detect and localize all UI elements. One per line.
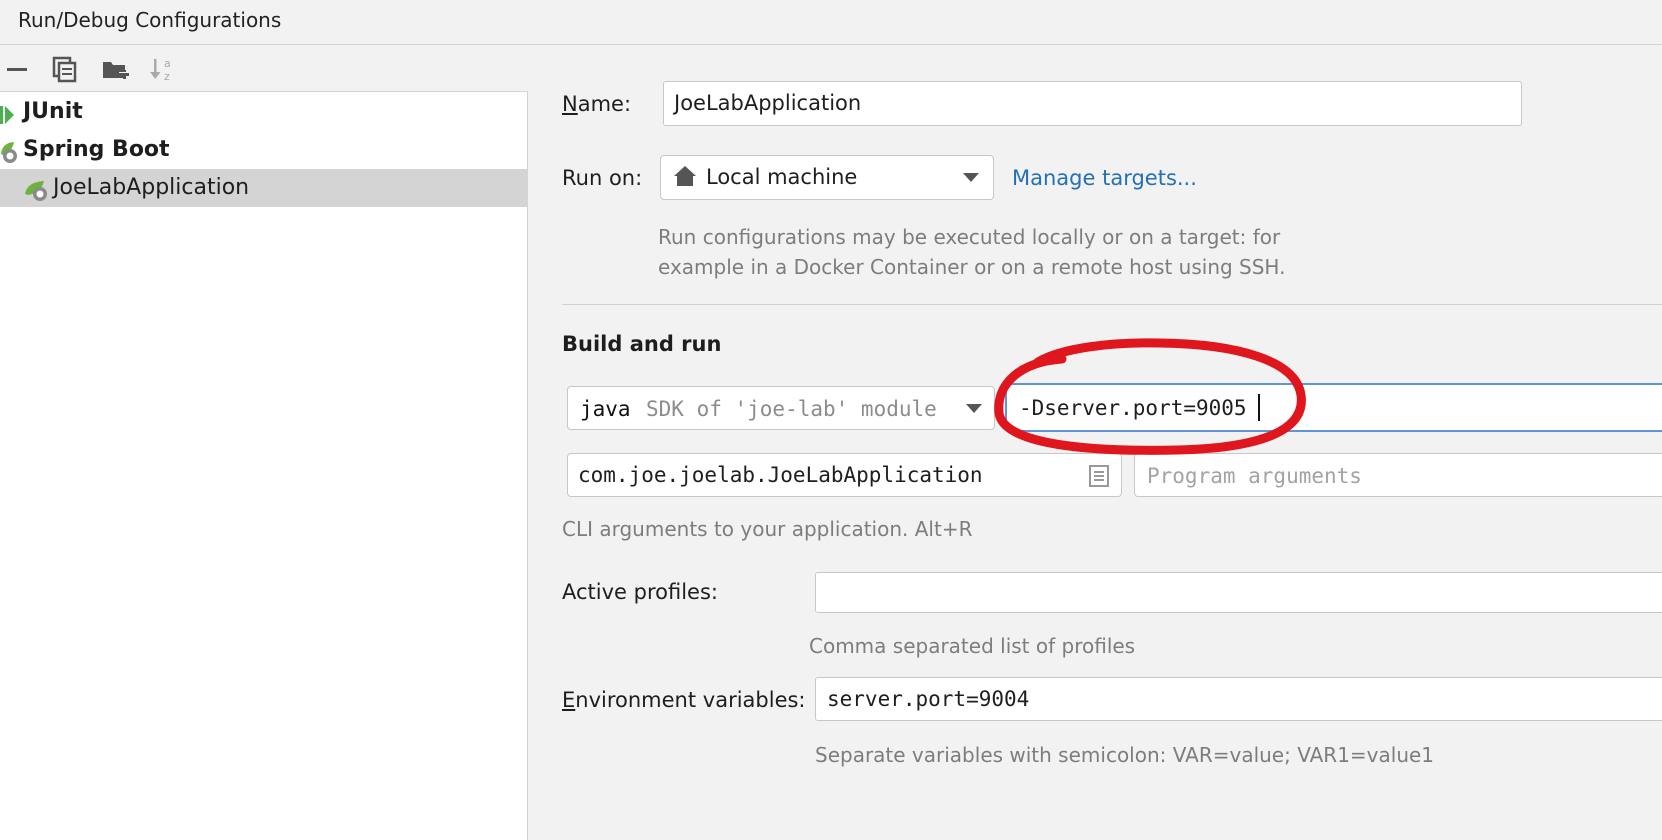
vm-options-value: -Dserver.port=9005: [1019, 396, 1247, 420]
tree-item-label: JUnit: [23, 99, 83, 124]
configuration-form: Name: JoeLabApplication Run on: Local ma…: [529, 46, 1662, 840]
environment-variables-hint: Separate variables with semicolon: VAR=v…: [815, 743, 1435, 767]
window-title: Run/Debug Configurations: [18, 8, 282, 32]
manage-targets-link[interactable]: Manage targets...: [1012, 166, 1197, 190]
run-on-value: Local machine: [706, 165, 858, 189]
tree-item-label: JoeLabApplication: [53, 175, 250, 200]
chevron-down-icon: [966, 404, 982, 413]
text-cursor: [1258, 394, 1260, 421]
name-field[interactable]: JoeLabApplication: [663, 81, 1522, 126]
environment-variables-value: server.port=9004: [827, 687, 1030, 711]
jdk-name: java: [580, 397, 631, 421]
active-profiles-label: Active profiles:: [562, 580, 718, 604]
tree-item-junit[interactable]: JUnit: [0, 93, 528, 131]
title-bar: Run/Debug Configurations: [0, 0, 1662, 45]
remove-icon[interactable]: [2, 54, 32, 84]
tree-item-label: Spring Boot: [23, 137, 170, 162]
main-class-value: com.joe.joelab.JoeLabApplication: [578, 463, 983, 487]
tree-toolbar: a z: [0, 46, 528, 92]
jdk-dropdown[interactable]: java SDK of 'joe-lab' module: [567, 386, 995, 430]
run-on-label: Run on:: [562, 166, 643, 190]
run-on-hint-line1: Run configurations may be executed local…: [658, 225, 1281, 249]
cli-hint: CLI arguments to your application. Alt+R: [562, 517, 973, 541]
vm-options-field[interactable]: -Dserver.port=9005: [1005, 383, 1662, 432]
spring-boot-app-icon: [24, 177, 52, 215]
divider: [562, 304, 1662, 305]
configurations-tree-panel: a z JUnit Spring Boot JoeLabApplication: [0, 46, 528, 840]
browse-class-icon[interactable]: [1088, 464, 1110, 493]
tree-item-joelabapplication[interactable]: JoeLabApplication: [0, 169, 528, 207]
home-icon: [673, 165, 697, 192]
svg-text:a: a: [164, 57, 171, 70]
environment-variables-field[interactable]: server.port=9004: [815, 677, 1662, 721]
jdk-description: SDK of 'joe-lab' module: [646, 397, 937, 421]
name-label: Name:: [562, 92, 632, 116]
copy-icon[interactable]: [50, 54, 80, 84]
main-class-field[interactable]: com.joe.joelab.JoeLabApplication: [567, 453, 1122, 497]
program-arguments-placeholder: Program arguments: [1147, 464, 1362, 488]
new-folder-icon[interactable]: [100, 54, 130, 84]
build-and-run-heading: Build and run: [562, 332, 722, 356]
chevron-down-icon: [963, 173, 979, 182]
run-on-dropdown[interactable]: Local machine: [660, 155, 994, 200]
name-value: JoeLabApplication: [674, 91, 862, 115]
svg-text:z: z: [164, 70, 170, 83]
program-arguments-field[interactable]: Program arguments: [1134, 453, 1662, 497]
environment-variables-label: Environment variables:: [562, 688, 806, 712]
run-on-hint-line2: example in a Docker Container or on a re…: [658, 255, 1286, 279]
tree-item-spring-boot[interactable]: Spring Boot: [0, 131, 528, 169]
active-profiles-field[interactable]: [815, 572, 1662, 613]
sort-alphabetically-icon[interactable]: a z: [148, 54, 178, 84]
active-profiles-hint: Comma separated list of profiles: [809, 634, 1136, 658]
